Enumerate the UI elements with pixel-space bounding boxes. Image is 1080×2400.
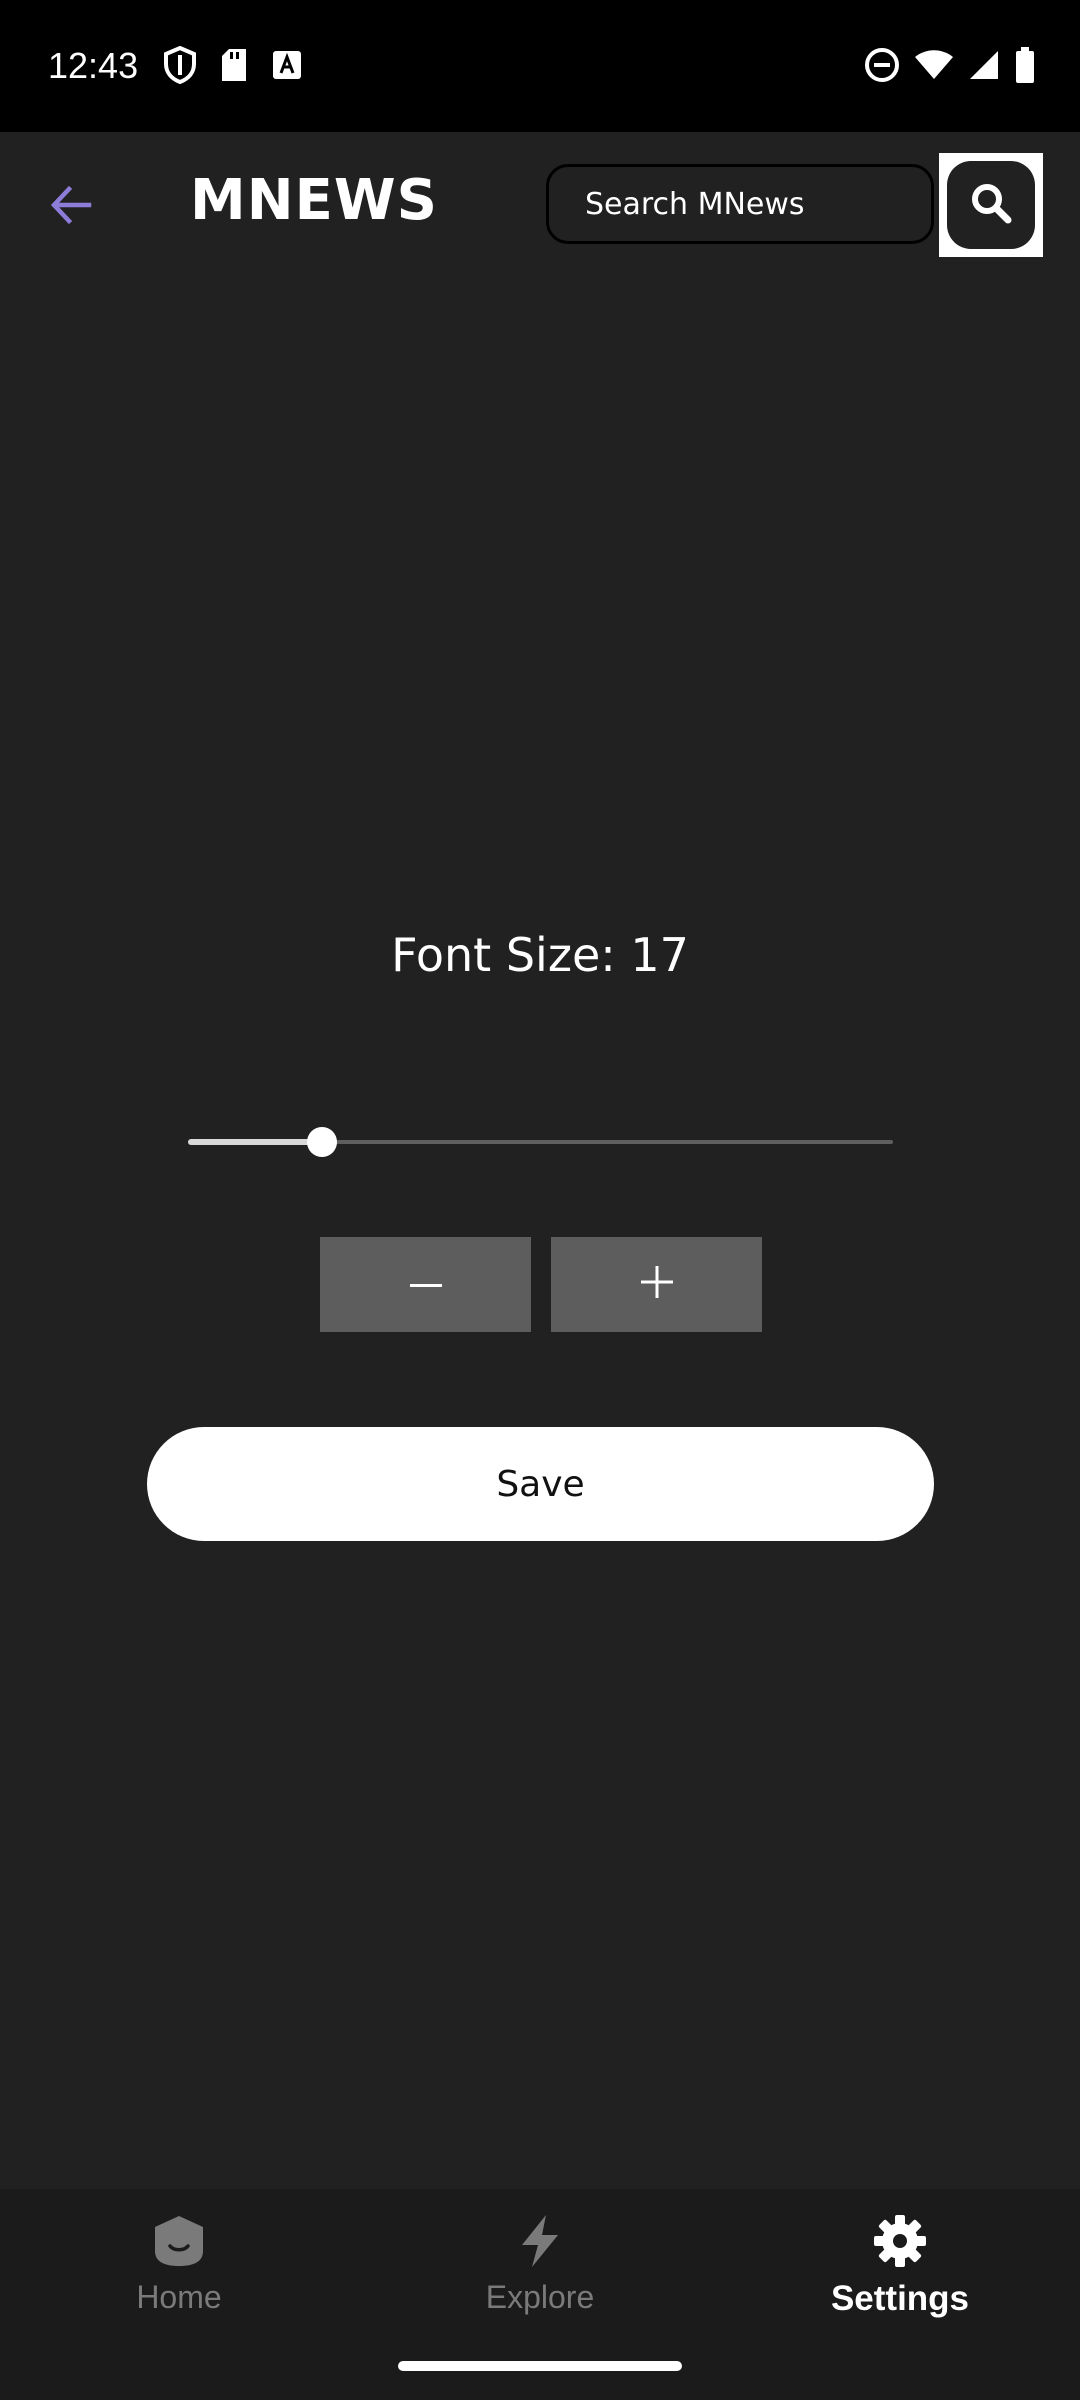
- nav-label-explore: Explore: [485, 2279, 595, 2315]
- search-button-face: [947, 161, 1035, 249]
- nav-item-home[interactable]: Home: [29, 2209, 329, 2339]
- font-size-label: Font Size: 17: [391, 928, 689, 982]
- shield-icon: [163, 46, 197, 84]
- nav-item-explore[interactable]: Explore: [390, 2209, 690, 2339]
- battery-icon: [1014, 46, 1036, 84]
- cell-signal-icon: [968, 49, 1000, 81]
- back-arrow-icon: [49, 183, 93, 232]
- status-left-icons: [163, 46, 303, 84]
- sd-card-icon: [219, 47, 249, 83]
- nav-label-settings: Settings: [830, 2279, 970, 2318]
- status-time: 12:43: [48, 45, 139, 86]
- search-input[interactable]: [546, 164, 934, 244]
- lightning-icon: [518, 2209, 562, 2273]
- save-button[interactable]: Save: [147, 1427, 934, 1541]
- font-badge-icon: [271, 49, 303, 81]
- gear-icon: [872, 2209, 928, 2273]
- app-bar: MNEWS: [0, 132, 1080, 282]
- search-button[interactable]: [939, 153, 1043, 257]
- nav-item-settings[interactable]: Settings: [750, 2209, 1050, 2339]
- slider-thumb[interactable]: [307, 1127, 337, 1157]
- wifi-icon: [914, 49, 954, 81]
- search-icon: [968, 180, 1014, 231]
- status-right-icons: [864, 46, 1036, 84]
- minus-icon: [409, 1276, 442, 1294]
- app-logo: MNEWS: [190, 168, 438, 233]
- slider-fill: [188, 1139, 322, 1145]
- status-bar: 12:43: [0, 0, 1080, 132]
- nav-label-home: Home: [136, 2279, 222, 2315]
- plus-icon: [640, 1266, 673, 1303]
- do-not-disturb-icon: [864, 47, 900, 83]
- home-indicator: [398, 2361, 682, 2371]
- decrease-font-button[interactable]: [320, 1237, 531, 1332]
- home-icon: [151, 2209, 207, 2273]
- screen: 12:43 MNEWS Search MNews Font Size: 17 S…: [0, 0, 1080, 2400]
- font-size-slider[interactable]: [188, 1122, 893, 1162]
- increase-font-button[interactable]: [551, 1237, 762, 1332]
- back-button[interactable]: [36, 172, 106, 242]
